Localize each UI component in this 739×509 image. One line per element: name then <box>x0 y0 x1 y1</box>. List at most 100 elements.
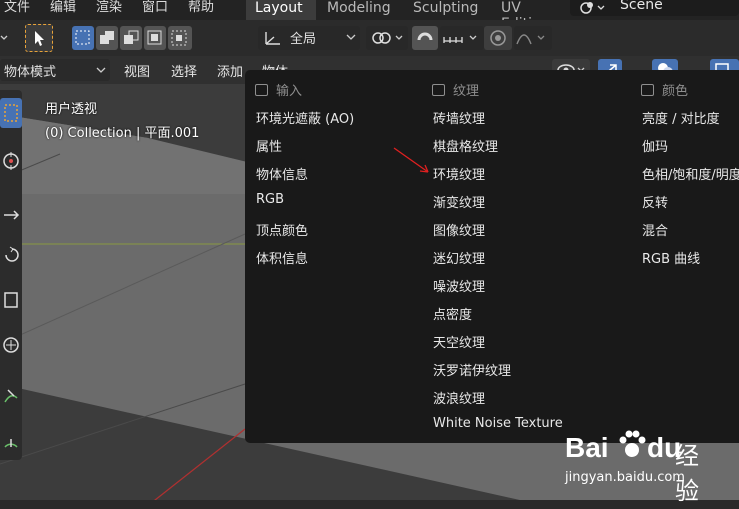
menu-item-environment-texture[interactable]: 环境纹理 <box>433 164 485 183</box>
menu-item-checker-texture[interactable]: 棋盘格纹理 <box>433 136 498 155</box>
select-intersect-button[interactable] <box>168 26 192 50</box>
tool-measure[interactable] <box>0 425 22 455</box>
menu-item-mix[interactable]: 混合 <box>642 220 668 239</box>
move-arrow-icon <box>4 210 20 220</box>
menu-item-invert[interactable]: 反转 <box>642 192 668 211</box>
tool-annotate[interactable] <box>0 380 22 410</box>
tool-transform[interactable] <box>0 330 22 360</box>
tool-select-box[interactable] <box>0 98 22 128</box>
view-name-label: 用户透视 <box>45 102 98 117</box>
menu-item-rgb-curves[interactable]: RGB 曲线 <box>642 248 700 267</box>
menu-item-gamma[interactable]: 伽玛 <box>642 136 668 155</box>
transform-orientation-dropdown[interactable]: 全局 <box>258 26 360 50</box>
select-invert-button[interactable] <box>144 26 166 50</box>
snap-increment-icon <box>443 35 477 43</box>
status-bar <box>0 500 739 509</box>
select-extend-button[interactable] <box>96 26 118 50</box>
watermark-brand: Bai <box>565 432 609 463</box>
column-title-color: 颜色 <box>662 84 689 99</box>
chevron-down-icon[interactable] <box>0 32 10 44</box>
menu-item-sky-texture[interactable]: 天空纹理 <box>433 332 485 351</box>
column-title-input: 输入 <box>276 84 303 99</box>
snap-toggle-button[interactable] <box>412 26 438 50</box>
header-menu-select[interactable]: 选择 <box>171 61 197 80</box>
column-header-texture: 纹理 <box>432 80 479 99</box>
snap-target-dropdown[interactable] <box>440 26 484 50</box>
menu-item-image-texture[interactable]: 图像纹理 <box>433 220 485 239</box>
menu-item-magic-texture[interactable]: 迷幻纹理 <box>433 248 485 267</box>
tab-sculpting[interactable]: Sculpting <box>404 0 492 20</box>
menu-item-voronoi-texture[interactable]: 沃罗诺伊纹理 <box>433 360 511 379</box>
select-box-icon <box>4 104 18 122</box>
menu-item-ambient-occlusion[interactable]: 环境光遮蔽 (AO) <box>256 108 354 127</box>
tab-uv-editing[interactable]: UV Editir <box>492 0 570 32</box>
menu-item-gradient-texture[interactable]: 渐变纹理 <box>433 192 485 211</box>
proportional-circle-icon <box>490 30 506 46</box>
color-category-icon <box>641 83 654 96</box>
scene-selector[interactable]: Scene <box>570 0 739 16</box>
magnet-icon <box>417 32 433 41</box>
texture-category-icon <box>432 83 445 96</box>
select-new-icon <box>75 30 90 45</box>
column-title-texture: 纹理 <box>453 84 480 99</box>
column-header-color: 颜色 <box>641 80 688 99</box>
chevron-down-icon <box>346 34 356 40</box>
transform-orientation-value: 全局 <box>290 32 317 47</box>
select-new-mode-button[interactable] <box>72 26 94 50</box>
pivot-link-icon <box>372 32 403 44</box>
tab-layout[interactable]: Layout <box>246 0 316 20</box>
menu-item-volume-info[interactable]: 体积信息 <box>256 248 308 267</box>
mode-dropdown[interactable]: 物体模式 <box>0 59 110 81</box>
tab-modeling[interactable]: Modeling <box>318 0 400 20</box>
select-subtract-button[interactable] <box>120 26 142 50</box>
menu-item-object-info[interactable]: 物体信息 <box>256 164 308 183</box>
annotate-icon <box>4 389 18 403</box>
select-subtract-icon <box>124 30 139 44</box>
menu-item-hue-saturation-value[interactable]: 色相/饱和度/明度 <box>642 164 739 183</box>
menu-item-white-noise-texture[interactable]: White Noise Texture <box>433 416 563 431</box>
pivot-point-dropdown[interactable] <box>366 26 408 50</box>
annotation-arrow-icon <box>393 147 429 173</box>
tool-scale[interactable] <box>0 285 22 315</box>
select-tool-button[interactable] <box>25 24 53 52</box>
tool-cursor[interactable] <box>0 146 22 176</box>
input-category-icon <box>255 83 268 96</box>
scale-icon <box>4 292 18 308</box>
menu-item-point-density[interactable]: 点密度 <box>433 304 472 323</box>
menu-file[interactable]: 文件 <box>4 0 30 15</box>
select-invert-icon <box>147 30 162 45</box>
menu-window[interactable]: 窗口 <box>142 0 168 15</box>
proportional-editing-button[interactable] <box>484 26 512 50</box>
header-menu-add[interactable]: 添加 <box>217 61 243 80</box>
menu-edit[interactable]: 编辑 <box>50 0 76 15</box>
scene-name: Scene <box>620 0 663 13</box>
top-menu-bar: 文件 编辑 渲染 窗口 帮助 Layout Modeling Sculpting… <box>0 0 739 32</box>
scene-icon <box>580 2 605 14</box>
transform-axes-icon <box>265 32 280 45</box>
proportional-falloff-dropdown[interactable] <box>514 26 552 50</box>
menu-item-brick-texture[interactable]: 砖墙纹理 <box>433 108 485 127</box>
header-menu-view[interactable]: 视图 <box>124 61 150 80</box>
menu-item-vertex-color[interactable]: 顶点颜色 <box>256 220 308 239</box>
transform-icon <box>3 337 19 353</box>
collection-info-label: (0) Collection | 平面.001 <box>45 126 200 141</box>
menu-item-bright-contrast[interactable]: 亮度 / 对比度 <box>642 108 720 127</box>
left-tool-shelf <box>0 90 22 460</box>
menu-item-noise-texture[interactable]: 噪波纹理 <box>433 276 485 295</box>
tool-rotate[interactable] <box>0 240 22 270</box>
cursor-target-icon <box>3 152 19 170</box>
column-header-input: 输入 <box>255 80 302 99</box>
tool-move[interactable] <box>0 200 22 230</box>
menu-help[interactable]: 帮助 <box>188 0 214 15</box>
menu-item-rgb[interactable]: RGB <box>256 192 284 207</box>
select-intersect-icon <box>171 30 187 46</box>
paw-icon <box>619 430 646 457</box>
select-extend-icon <box>100 31 114 44</box>
menu-item-wave-texture[interactable]: 波浪纹理 <box>433 388 485 407</box>
tool-settings-bar: 全局 <box>0 20 739 56</box>
menu-render[interactable]: 渲染 <box>96 0 122 15</box>
baidu-watermark: Bai du 经验 jingyan.baidu.com <box>565 428 699 505</box>
menu-item-attribute[interactable]: 属性 <box>256 136 282 155</box>
cursor-icon <box>35 31 44 46</box>
falloff-curve-icon <box>516 34 545 45</box>
